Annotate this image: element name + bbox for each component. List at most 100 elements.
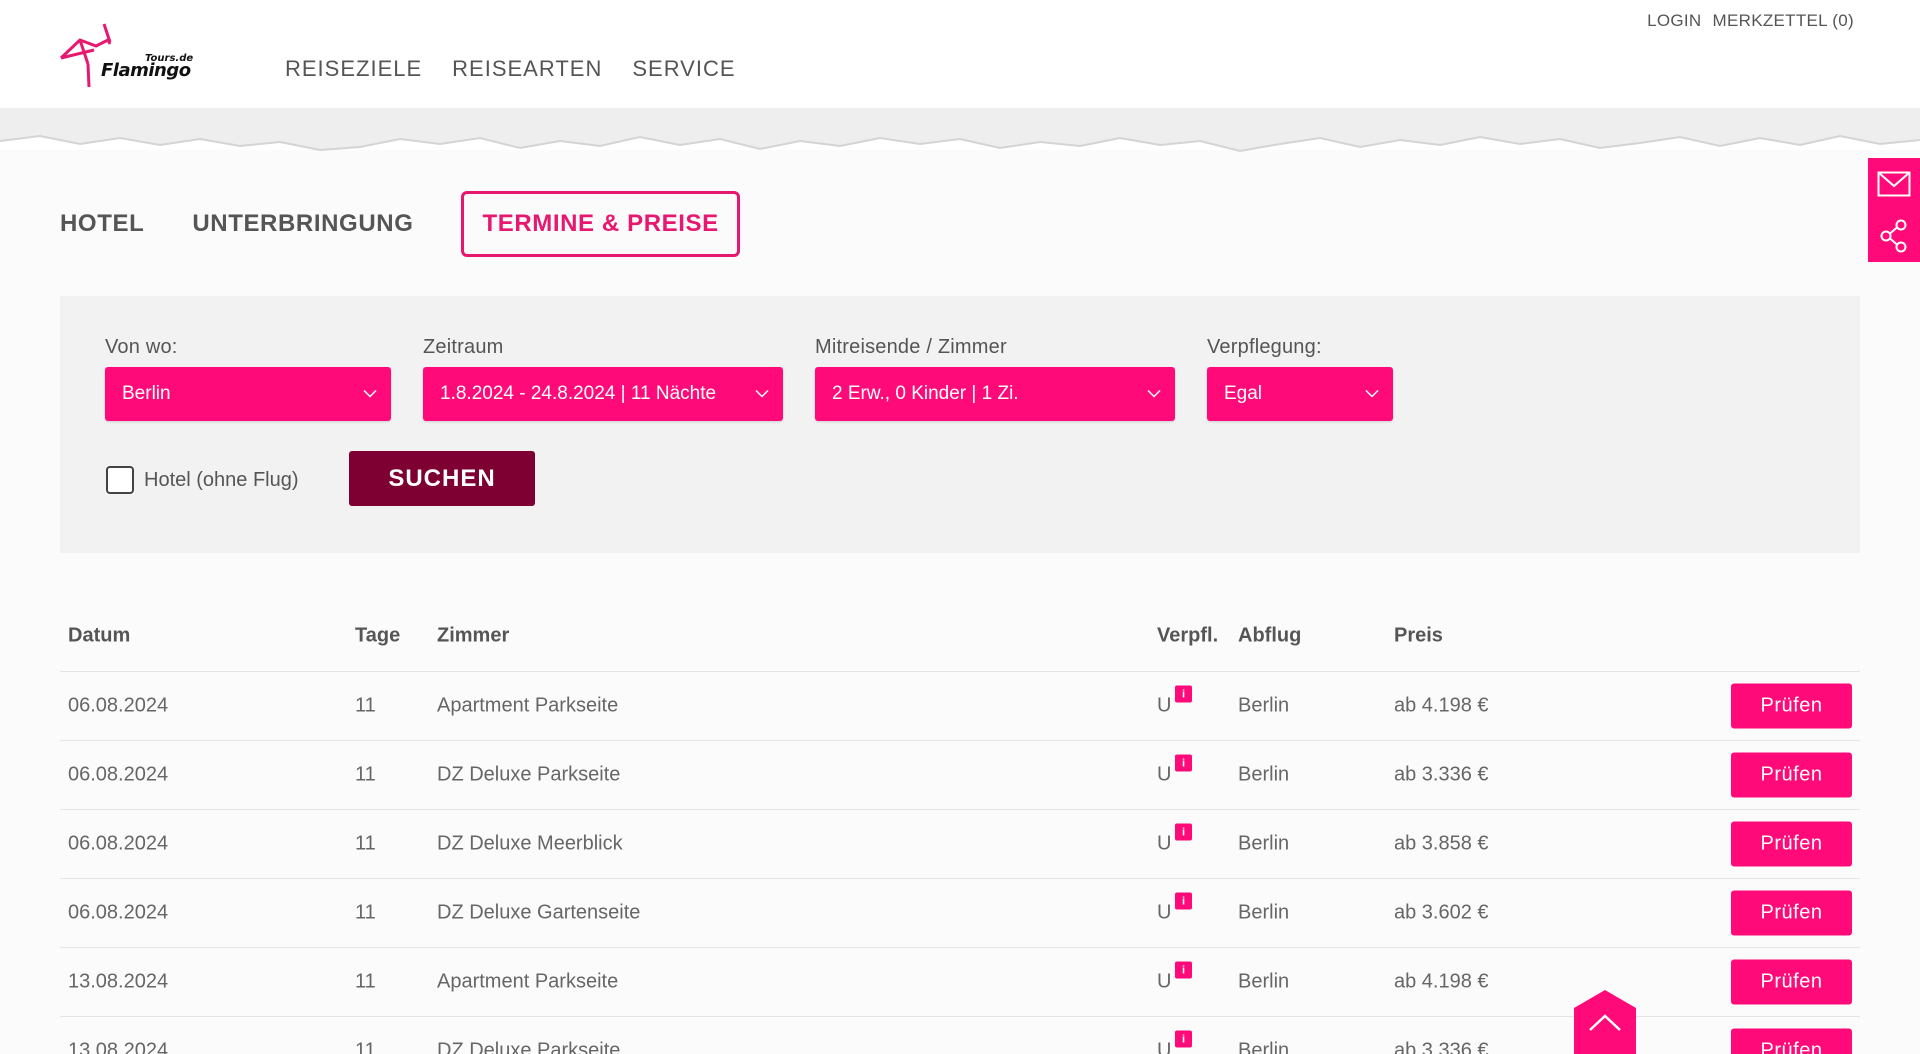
check-button[interactable]: Prüfen xyxy=(1731,890,1852,936)
row-date: 13.08.2024 xyxy=(68,1039,169,1054)
row-date: 06.08.2024 xyxy=(68,694,169,717)
row-board: Ui xyxy=(1157,1030,1192,1054)
from-label: Von wo: xyxy=(105,336,178,358)
travellers-value: 2 Erw., 0 Kinder | 1 Zi. xyxy=(832,383,1019,404)
period-field: Zeitraum 1.8.2024 - 24.8.2024 | 11 Nächt… xyxy=(423,336,783,421)
row-days: 11 xyxy=(355,1039,376,1054)
tab-hotel[interactable]: HOTEL xyxy=(60,210,144,238)
info-icon[interactable]: i xyxy=(1175,961,1192,979)
tab-unterbringung[interactable]: UNTERBRINGUNG xyxy=(192,210,413,238)
info-icon[interactable]: i xyxy=(1175,823,1192,841)
row-departure: Berlin xyxy=(1238,763,1290,786)
from-select[interactable]: Berlin xyxy=(105,367,391,421)
row-board-code: U xyxy=(1157,763,1172,786)
mail-button[interactable] xyxy=(1868,158,1920,210)
row-days: 11 xyxy=(355,763,376,786)
row-departure: Berlin xyxy=(1238,694,1290,717)
row-date: 06.08.2024 xyxy=(68,832,169,855)
row-board: Ui xyxy=(1157,823,1192,856)
site-header: Tours.de Flamingo REISEZIELE REISEARTEN … xyxy=(0,0,1920,120)
top-links: LOGIN MERKZETTEL (0) xyxy=(1647,11,1854,31)
board-label: Verpflegung: xyxy=(1207,336,1322,358)
row-board-code: U xyxy=(1157,694,1172,717)
travellers-field: Mitreisende / Zimmer 2 Erw., 0 Kinder | … xyxy=(815,336,1175,421)
torn-paper-divider xyxy=(0,108,1920,153)
site-logo[interactable]: Tours.de Flamingo xyxy=(58,20,198,90)
info-icon[interactable]: i xyxy=(1175,754,1192,772)
login-link[interactable]: LOGIN xyxy=(1647,11,1701,31)
check-button[interactable]: Prüfen xyxy=(1731,1028,1852,1054)
check-button[interactable]: Prüfen xyxy=(1731,959,1852,1005)
chevron-down-icon xyxy=(755,389,769,398)
check-button[interactable]: Prüfen xyxy=(1731,821,1852,867)
row-room: DZ Deluxe Meerblick xyxy=(437,832,623,855)
row-departure: Berlin xyxy=(1238,901,1290,924)
row-date: 06.08.2024 xyxy=(68,763,169,786)
travellers-label: Mitreisende / Zimmer xyxy=(815,336,1007,358)
row-room: DZ Deluxe Parkseite xyxy=(437,763,621,786)
main-navigation: REISEZIELE REISEARTEN SERVICE xyxy=(285,56,736,82)
row-days: 11 xyxy=(355,832,376,855)
info-icon[interactable]: i xyxy=(1175,685,1192,703)
period-value: 1.8.2024 - 24.8.2024 | 11 Nächte xyxy=(440,383,717,404)
row-price: ab 3.602 € xyxy=(1394,901,1489,924)
header-price: Preis xyxy=(1394,624,1443,646)
period-label: Zeitraum xyxy=(423,336,504,358)
row-departure: Berlin xyxy=(1238,832,1290,855)
board-value: Egal xyxy=(1224,383,1263,404)
share-icon xyxy=(1880,219,1907,253)
nav-service[interactable]: SERVICE xyxy=(632,56,735,82)
scroll-to-top-button[interactable] xyxy=(1574,990,1636,1054)
row-board: Ui xyxy=(1157,961,1192,994)
row-price: ab 3.336 € xyxy=(1394,1039,1489,1054)
info-icon[interactable]: i xyxy=(1175,1030,1192,1048)
row-departure: Berlin xyxy=(1238,970,1290,993)
merkzettel-link[interactable]: MERKZETTEL (0) xyxy=(1713,11,1854,31)
row-date: 06.08.2024 xyxy=(68,901,169,924)
hotel-only-option: Hotel (ohne Flug) xyxy=(106,466,299,494)
row-room: DZ Deluxe Gartenseite xyxy=(437,901,641,924)
row-room: Apartment Parkseite xyxy=(437,694,619,717)
header-date: Datum xyxy=(68,624,131,646)
table-row: 06.08.2024 11 DZ Deluxe Parkseite Ui Berlin a… xyxy=(60,741,1860,810)
check-button[interactable]: Prüfen xyxy=(1731,752,1852,798)
info-icon[interactable]: i xyxy=(1175,892,1192,910)
nav-reisearten[interactable]: REISEARTEN xyxy=(452,56,602,82)
row-price: ab 4.198 € xyxy=(1394,694,1489,717)
row-days: 11 xyxy=(355,970,376,993)
results-table: Datum Tage Zimmer Verpfl. Abflug Preis 0… xyxy=(60,600,1860,1054)
board-field: Verpflegung: Egal xyxy=(1207,336,1393,421)
side-action-bar xyxy=(1868,158,1920,262)
check-button[interactable]: Prüfen xyxy=(1731,683,1852,729)
tab-termine-preise[interactable]: TERMINE & PREISE xyxy=(461,191,740,257)
row-board-code: U xyxy=(1157,901,1172,924)
chevron-down-icon xyxy=(1147,389,1161,398)
hotel-only-label[interactable]: Hotel (ohne Flug) xyxy=(144,469,299,492)
row-board: Ui xyxy=(1157,685,1192,718)
chevron-down-icon xyxy=(363,389,377,398)
header-board: Verpfl. xyxy=(1157,624,1219,646)
share-button[interactable] xyxy=(1868,210,1920,262)
board-select[interactable]: Egal xyxy=(1207,367,1393,421)
search-button[interactable]: SUCHEN xyxy=(349,451,535,506)
row-board-code: U xyxy=(1157,832,1172,855)
travellers-select[interactable]: 2 Erw., 0 Kinder | 1 Zi. xyxy=(815,367,1175,421)
hotel-only-checkbox[interactable] xyxy=(106,466,134,494)
search-panel: Von wo: Berlin Zeitraum 1.8.2024 - 24.8.… xyxy=(60,296,1860,553)
mail-icon xyxy=(1877,171,1911,197)
row-price: ab 3.336 € xyxy=(1394,763,1489,786)
header-departure: Abflug xyxy=(1238,624,1302,646)
table-row: 06.08.2024 11 DZ Deluxe Gartenseite Ui Berli… xyxy=(60,879,1860,948)
row-board-code: U xyxy=(1157,970,1172,993)
row-departure: Berlin xyxy=(1238,1039,1290,1054)
row-days: 11 xyxy=(355,694,376,717)
header-days: Tage xyxy=(355,624,401,646)
row-price: ab 4.198 € xyxy=(1394,970,1489,993)
row-board: Ui xyxy=(1157,892,1192,925)
row-days: 11 xyxy=(355,901,376,924)
row-price: ab 3.858 € xyxy=(1394,832,1489,855)
table-row: 06.08.2024 11 DZ Deluxe Meerblick Ui Berlin a… xyxy=(60,810,1860,879)
period-select[interactable]: 1.8.2024 - 24.8.2024 | 11 Nächte xyxy=(423,367,783,421)
chevron-down-icon xyxy=(1365,389,1379,398)
nav-reiseziele[interactable]: REISEZIELE xyxy=(285,56,422,82)
